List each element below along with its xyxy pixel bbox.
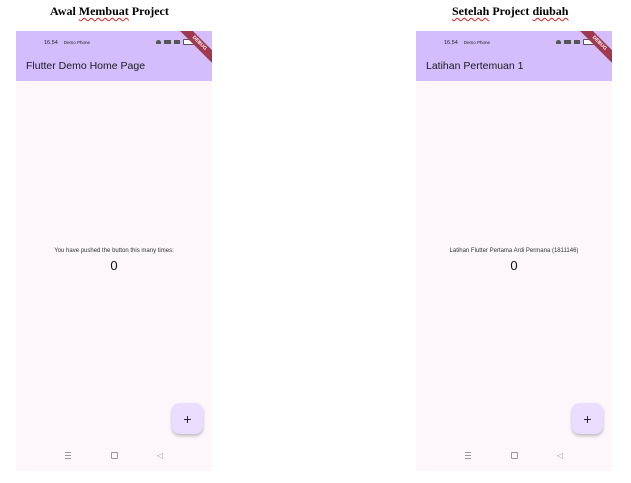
- home-icon: [110, 451, 118, 459]
- increment-button[interactable]: +: [172, 403, 203, 434]
- left-nav-bar: ◁: [16, 447, 212, 463]
- app-bar-title: Latihan Pertemuan 1: [426, 60, 524, 72]
- plus-icon: +: [183, 410, 192, 427]
- increment-button[interactable]: +: [572, 403, 603, 434]
- signal-icon: [174, 40, 180, 44]
- back-button[interactable]: ◁: [155, 450, 165, 460]
- plus-icon: +: [583, 410, 592, 427]
- debug-banner: DEBUG: [576, 31, 612, 66]
- counter-value: 0: [110, 258, 118, 273]
- caption-word: diubah: [532, 4, 569, 18]
- counter-value: 0: [510, 258, 518, 273]
- status-bar: 16.54 Demo Phone: [44, 40, 90, 46]
- back-button[interactable]: ◁: [555, 450, 565, 460]
- left-phone-screen: 16.54 Demo Phone DEBUG Flutter Demo Home…: [16, 31, 212, 471]
- recents-button[interactable]: [63, 450, 73, 460]
- back-icon: ◁: [556, 450, 564, 460]
- signal-icon: [564, 40, 571, 44]
- recents-button[interactable]: [463, 450, 473, 460]
- status-time: 16.54: [44, 40, 58, 46]
- right-phone-screen: 16.54 Demo Phone DEBUG Latihan Pertemuan…: [416, 31, 612, 471]
- left-caption: Awal Membuat Project: [50, 4, 169, 19]
- body-text: Latihan Flutter Pertama Ardi Permana (18…: [449, 248, 579, 254]
- caption-word: Setelah: [452, 4, 490, 18]
- caption-word: Membuat: [78, 4, 129, 18]
- home-icon: [510, 451, 518, 459]
- wifi-icon: [556, 40, 561, 44]
- menu-icon: [465, 451, 471, 459]
- signal-icon: [164, 40, 171, 44]
- app-bar: 16.54 Demo Phone DEBUG Latihan Pertemuan…: [416, 31, 612, 81]
- caption-text: Project: [128, 4, 169, 18]
- status-carrier: Demo Phone: [63, 40, 91, 45]
- signal-icon: [574, 40, 580, 44]
- back-icon: ◁: [156, 450, 164, 460]
- app-bar: 16.54 Demo Phone DEBUG Flutter Demo Home…: [16, 31, 212, 81]
- right-nav-bar: ◁: [416, 447, 612, 463]
- right-caption: Setelah Project diubah: [452, 4, 568, 19]
- status-time: 16.54: [444, 40, 458, 46]
- status-bar: 16.54 Demo Phone: [444, 40, 490, 46]
- home-button[interactable]: [509, 450, 519, 460]
- menu-icon: [65, 451, 71, 459]
- status-carrier: Demo Phone: [463, 40, 491, 45]
- body-text: You have pushed the button this many tim…: [54, 248, 174, 254]
- home-button[interactable]: [109, 450, 119, 460]
- caption-text: Project: [489, 4, 533, 18]
- app-bar-title: Flutter Demo Home Page: [26, 60, 146, 72]
- debug-banner: DEBUG: [176, 31, 212, 66]
- caption-text: Awal: [50, 4, 79, 18]
- wifi-icon: [156, 40, 161, 44]
